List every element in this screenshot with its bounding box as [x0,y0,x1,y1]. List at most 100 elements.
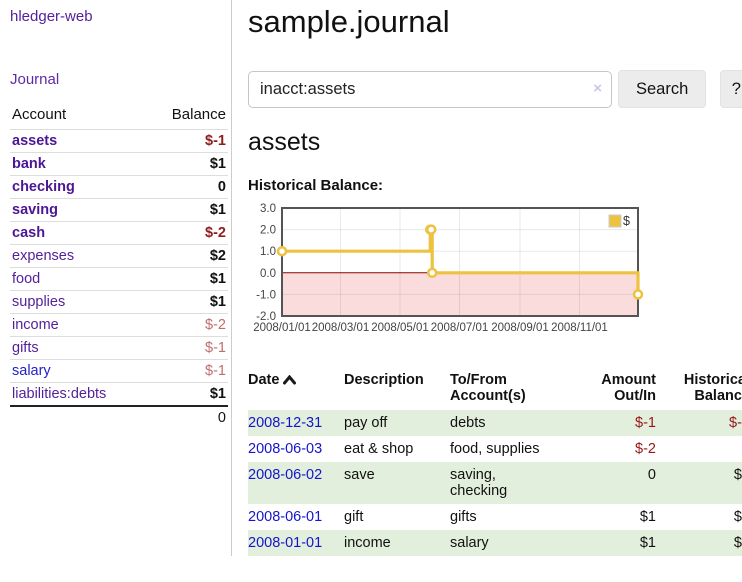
transaction-accounts: saving, checking [450,462,580,504]
page-title: sample.journal [248,4,742,40]
svg-text:2008/07/01: 2008/07/01 [431,322,489,334]
transaction-date-link[interactable]: 2008-06-02 [248,467,322,483]
svg-text:2008/03/01: 2008/03/01 [312,322,370,334]
transaction-amount: $1 [580,530,656,556]
clear-search-icon[interactable]: × [593,80,602,97]
account-link[interactable]: checking [12,179,75,195]
account-balance: $-1 [147,360,228,383]
column-header-description: Description [344,368,450,410]
transaction-balance: $-1 [656,410,742,436]
svg-text:2008/05/01: 2008/05/01 [371,322,429,334]
account-row: supplies $1 [10,291,228,314]
account-balance: $-2 [147,314,228,337]
transaction-row: 2008-12-31pay offdebts$-1$-1 [248,410,742,436]
page: hledger-web Journal Account Balance asse… [0,0,742,556]
transaction-amount: $-2 [580,436,656,462]
search-button[interactable]: Search [618,70,706,108]
svg-text:2008/09/01: 2008/09/01 [491,322,549,334]
transaction-description: eat & shop [344,436,450,462]
transaction-date-link[interactable]: 2008-06-01 [248,509,322,525]
transaction-accounts: salary [450,530,580,556]
sort-ascending-icon [283,373,296,389]
historical-balance-chart: 3.02.01.00.0-1.0-2.02008/01/012008/03/01… [248,202,742,354]
account-row: checking 0 [10,176,228,199]
account-link[interactable]: cash [12,225,45,241]
svg-text:3.0: 3.0 [260,203,276,215]
account-balance: 0 [147,176,228,199]
account-link[interactable]: income [12,317,59,333]
transaction-row: 2008-06-03 eat & shopfood, supplies$-20 [248,436,742,462]
account-balance: $1 [147,291,228,314]
column-header-balance: Historical Balance [656,368,742,410]
brand-link[interactable]: hledger-web [10,8,227,25]
transaction-description: save [344,462,450,504]
transaction-balance: $1 [656,530,742,556]
account-row: income $-2 [10,314,228,337]
account-row: expenses $2 [10,245,228,268]
transaction-accounts: food, supplies [450,436,580,462]
svg-text:$: $ [623,214,630,228]
transaction-amount: $1 [580,504,656,530]
account-balance: $-1 [147,130,228,153]
account-link[interactable]: salary [12,363,51,379]
account-link[interactable]: food [12,271,40,287]
transaction-amount: 0 [580,462,656,504]
account-link[interactable]: liabilities:debts [12,386,106,402]
transaction-description: pay off [344,410,450,436]
account-row: salary $-1 [10,360,228,383]
account-balance: $1 [147,268,228,291]
main-content: sample.journal × Search ? assets Histori… [232,0,742,556]
account-balance: $2 [147,245,228,268]
chart-canvas: 3.02.01.00.0-1.0-2.02008/01/012008/03/01… [248,202,718,349]
transaction-date-link[interactable]: 2008-01-01 [248,535,322,551]
transaction-date-link[interactable]: 2008-06-03 [248,441,322,457]
transaction-row: 2008-06-02 savesaving, checking0$2 [248,462,742,504]
account-link[interactable]: expenses [12,248,74,264]
svg-text:0.0: 0.0 [260,268,276,280]
account-row: food $1 [10,268,228,291]
transaction-description: gift [344,504,450,530]
account-row: liabilities:debts $1 [10,383,228,407]
column-header-accounts: To/From Account(s) [450,368,580,410]
register-table: Date Description To/From Account(s) Amou… [248,368,742,556]
account-row: bank $1 [10,153,228,176]
account-link[interactable]: assets [12,133,57,149]
account-balance: $1 [147,383,228,407]
transaction-balance: $2 [656,504,742,530]
account-balance: $1 [147,199,228,222]
transaction-amount: $-1 [580,410,656,436]
transaction-balance: $2 [656,462,742,504]
account-row: saving $1 [10,199,228,222]
transaction-accounts: gifts [450,504,580,530]
account-link[interactable]: supplies [12,294,65,310]
transaction-date-link[interactable]: 2008-12-31 [248,415,322,431]
account-row: cash $-2 [10,222,228,245]
transaction-row: 2008-01-01incomesalary$1$1 [248,530,742,556]
svg-text:2.0: 2.0 [260,225,276,237]
help-button[interactable]: ? [720,70,742,108]
search-input[interactable] [248,71,612,108]
accounts-table: Account Balance assets$-1bank$1checking0… [10,102,228,429]
chart-title: Historical Balance: [248,177,742,194]
transaction-row: 2008-06-01 giftgifts$1$2 [248,504,742,530]
account-row: assets $-1 [10,130,228,153]
sidebar-item-journal[interactable]: Journal [10,71,227,88]
svg-text:-1.0: -1.0 [256,289,276,301]
sidebar: hledger-web Journal Account Balance asse… [0,0,232,556]
accounts-total-value: 0 [147,406,228,429]
column-header-date[interactable]: Date [248,368,344,410]
transaction-balance: 0 [656,436,742,462]
svg-text:2008/11/01: 2008/11/01 [551,322,608,334]
svg-text:1.0: 1.0 [260,246,276,258]
accounts-column-header: Account [10,102,147,130]
svg-text:2008/01/01: 2008/01/01 [253,322,311,334]
account-link[interactable]: saving [12,202,58,218]
account-link[interactable]: bank [12,156,46,172]
transaction-description: income [344,530,450,556]
account-balance: $-1 [147,337,228,360]
transaction-accounts: debts [450,410,580,436]
account-link[interactable]: gifts [12,340,39,356]
account-balance: $1 [147,153,228,176]
account-row: gifts $-1 [10,337,228,360]
account-balance: $-2 [147,222,228,245]
